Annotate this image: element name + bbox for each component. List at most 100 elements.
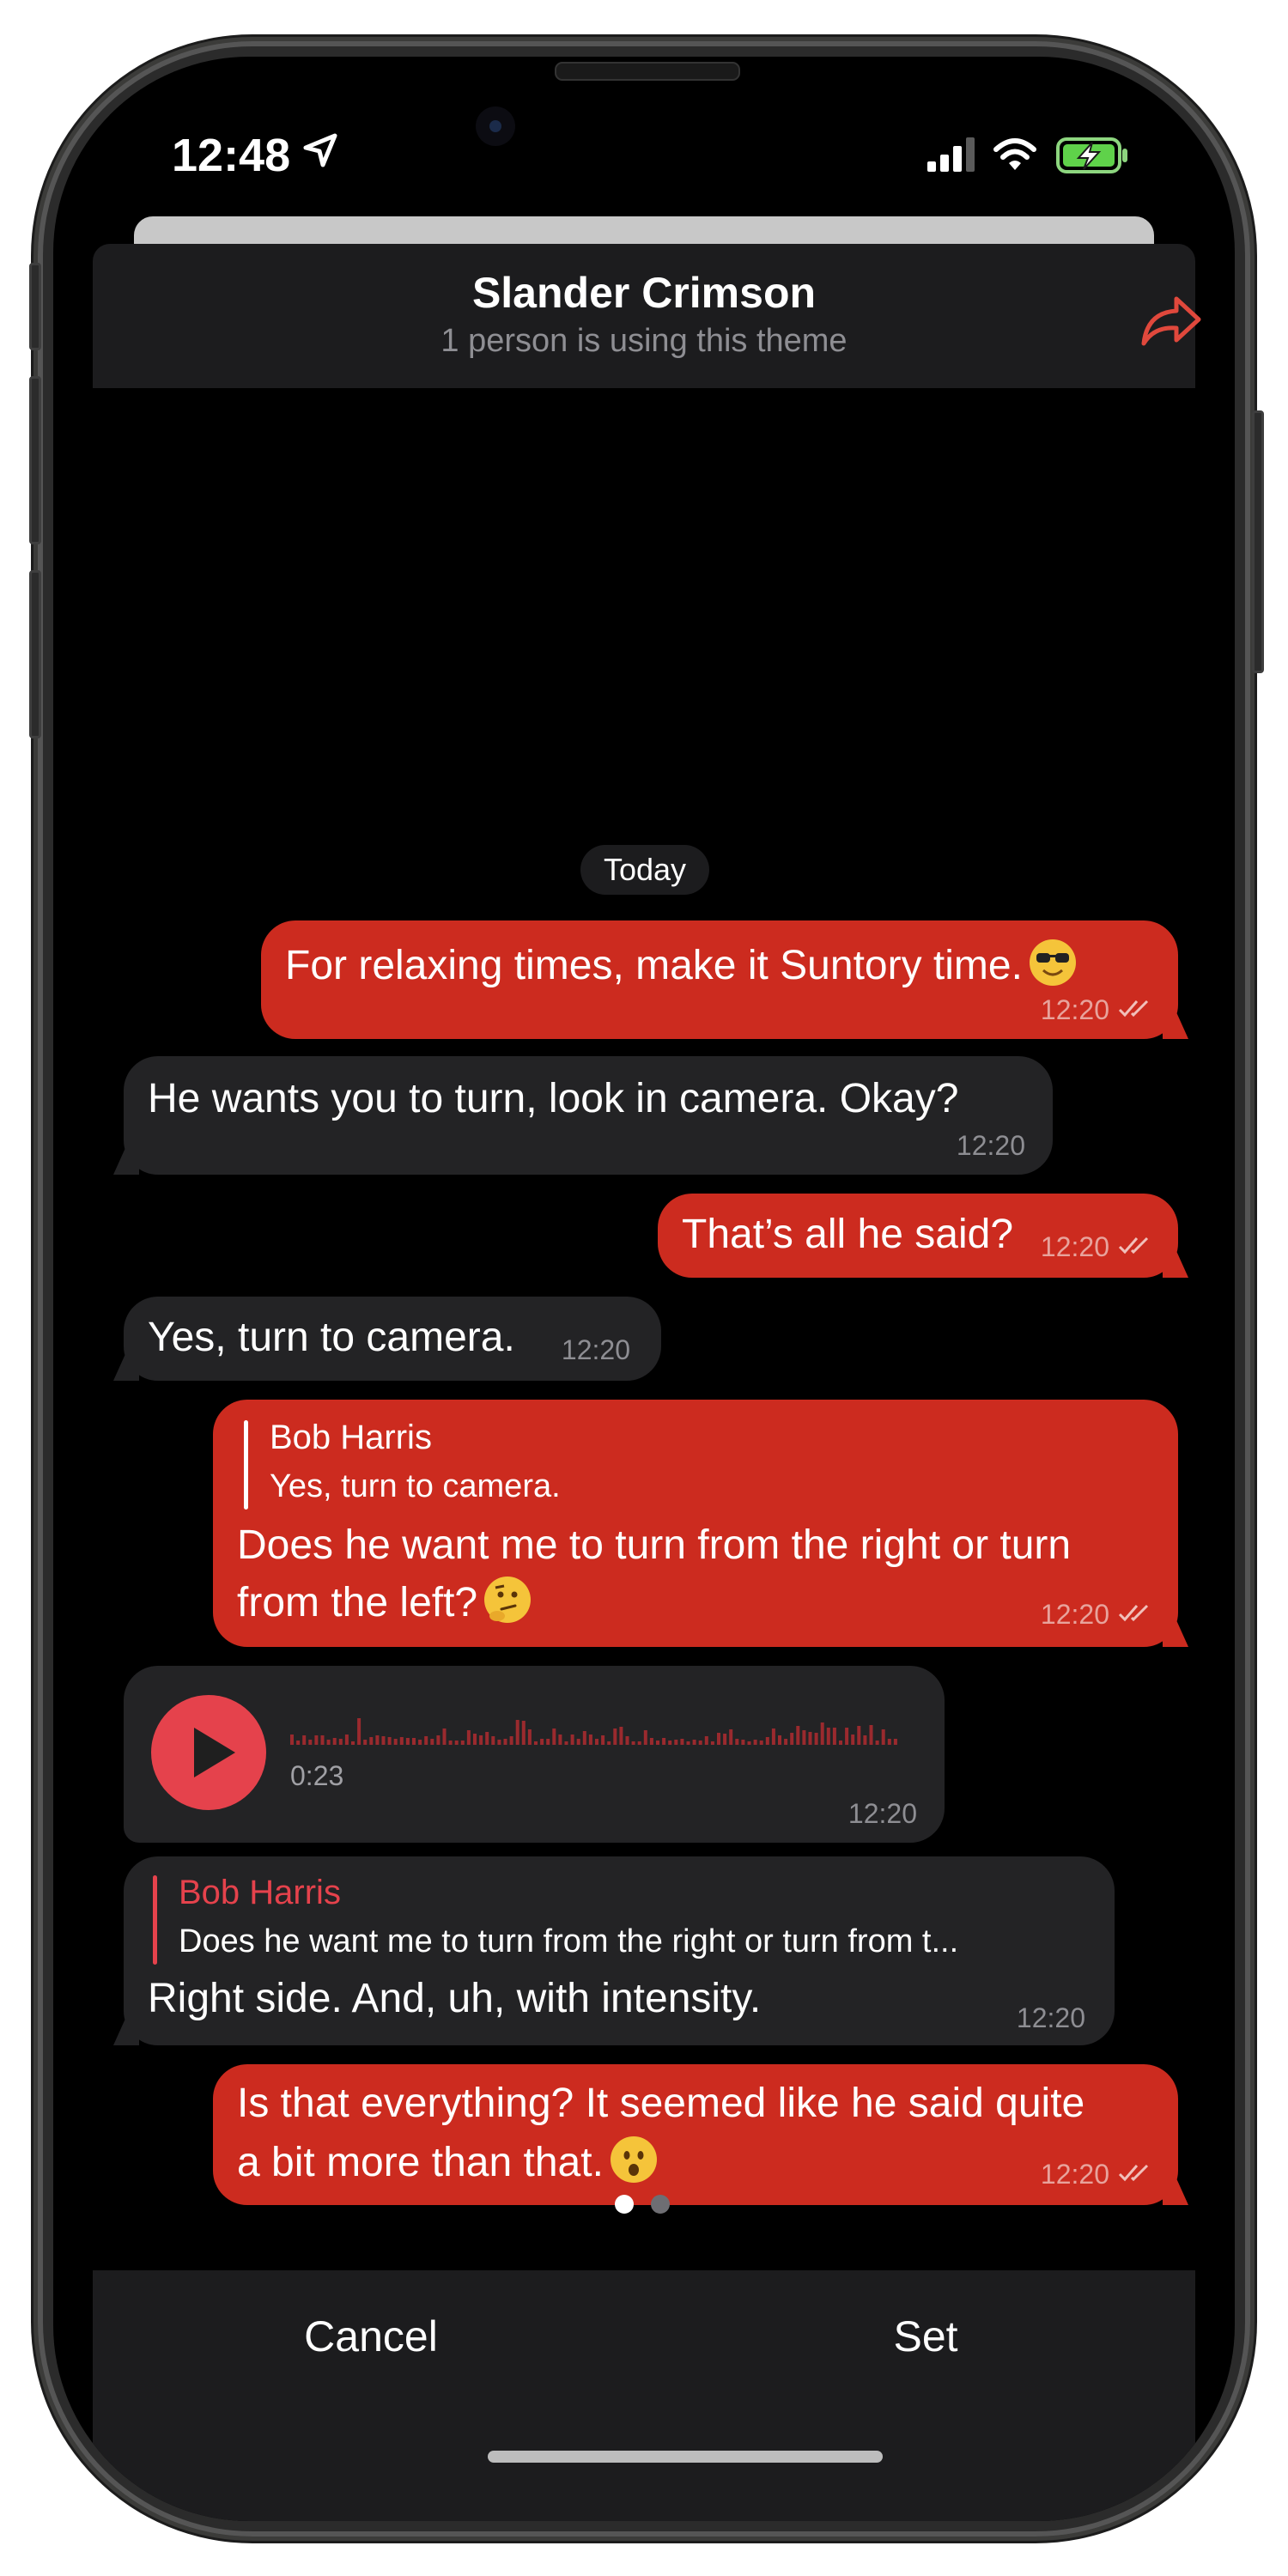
waveform-bar: [412, 1738, 416, 1745]
waveform-bar: [759, 1741, 763, 1745]
earpiece-speaker: [555, 62, 740, 81]
power-button: [1252, 410, 1264, 673]
waveform-bar: [814, 1733, 818, 1745]
status-time: 12:48: [172, 130, 291, 181]
waveform-bar: [320, 1735, 325, 1745]
waveform-bar: [668, 1741, 672, 1745]
waveform-bar: [332, 1738, 337, 1745]
waveform-bar: [302, 1735, 307, 1745]
reply-snippet: Yes, turn to camera.: [270, 1468, 561, 1504]
waveform-bar: [741, 1740, 745, 1745]
page-dot-active[interactable]: [615, 2195, 634, 2214]
message-text: Right side. And, uh, with intensity.: [148, 1976, 762, 2021]
waveform-bar: [442, 1728, 447, 1745]
voice-duration: 0:23: [290, 1760, 344, 1791]
waveform-bar: [887, 1739, 891, 1745]
volume-up-button: [29, 376, 41, 544]
message-bubble-incoming[interactable]: He wants you to turn, look in camera. Ok…: [124, 1056, 1053, 1175]
waveform-bar: [357, 1718, 361, 1745]
chat-preview: Today For relaxing times, make it Suntor…: [53, 388, 1235, 2205]
waveform-bar: [784, 1739, 788, 1745]
message-bubble-outgoing[interactable]: Is that everything? It seemed like he sa…: [213, 2064, 1178, 2205]
waveform-bar: [869, 1725, 873, 1745]
message-bubble-incoming[interactable]: Yes, turn to camera. 12:20: [124, 1297, 661, 1381]
waveform-bar: [460, 1741, 465, 1745]
waveform-bar: [369, 1737, 374, 1745]
theme-page-indicator[interactable]: [615, 2195, 683, 2215]
waveform-bar: [326, 1740, 331, 1745]
share-icon[interactable]: [1140, 294, 1202, 349]
waveform-bar: [893, 1739, 897, 1745]
waveform-bar: [393, 1739, 398, 1745]
waveform-bar: [717, 1733, 720, 1745]
location-arrow-icon: [303, 133, 337, 167]
waveform-bar: [631, 1741, 635, 1745]
waveform-bar: [314, 1735, 319, 1745]
waveform-bar: [826, 1728, 830, 1745]
waveform-bar: [619, 1727, 623, 1745]
waveform-bar: [424, 1736, 428, 1745]
waveform-bar: [381, 1736, 386, 1745]
theme-header: Slander Crimson 1 person is using this t…: [93, 244, 1201, 388]
waveform-bar: [515, 1720, 519, 1745]
waveform-bar: [399, 1737, 404, 1745]
voice-message-bubble[interactable]: 0:23 12:20: [124, 1666, 945, 1843]
front-camera: [476, 106, 515, 146]
message-bubble-outgoing-reply[interactable]: Bob Harris Yes, turn to camera. Does he …: [213, 1400, 1178, 1647]
theme-usage-subtitle: 1 person is using this theme: [440, 323, 848, 359]
message-time: 12:20: [561, 1334, 630, 1365]
waveform-bar: [753, 1740, 757, 1745]
waveform-bar: [479, 1735, 483, 1745]
waveform-bar: [778, 1735, 781, 1745]
waveform-bar: [497, 1740, 501, 1745]
waveform-bar: [802, 1730, 806, 1745]
date-separator: Today: [580, 845, 709, 895]
message-text: Yes, turn to camera.: [148, 1315, 515, 1360]
sunglasses-emoji-icon: [1029, 939, 1076, 986]
reply-quote-bar: [244, 1420, 248, 1510]
waveform-bar: [375, 1735, 380, 1745]
waveform-bar: [747, 1741, 751, 1745]
phone-screen: 12:48 Slander Crimson 1 person is using …: [53, 57, 1235, 2521]
waveform-bar: [771, 1728, 775, 1745]
waveform-bar: [851, 1735, 855, 1745]
set-button[interactable]: Set: [754, 2312, 1097, 2361]
waveform-bar: [576, 1739, 580, 1745]
waveform-bar: [735, 1739, 739, 1745]
waveform-bar: [698, 1741, 702, 1745]
waveform-bar: [534, 1741, 538, 1745]
waveform-bar: [503, 1739, 507, 1745]
waveform-bar: [491, 1736, 495, 1745]
waveform-bar: [643, 1730, 647, 1745]
waveform-bar: [674, 1740, 678, 1745]
waveform-bar: [405, 1738, 410, 1745]
waveform-bar: [521, 1721, 526, 1745]
message-bubble-outgoing[interactable]: For relaxing times, make it Suntory time…: [261, 920, 1178, 1039]
message-time: 12:20: [848, 1798, 917, 1829]
reply-quote-bar: [153, 1875, 157, 1965]
waveform-bar: [582, 1731, 586, 1745]
play-icon[interactable]: [151, 1695, 266, 1810]
signal-icon: [927, 137, 975, 172]
waveform-bar: [808, 1732, 812, 1745]
waveform-bar: [546, 1739, 550, 1745]
battery-charging-icon: [1056, 137, 1127, 173]
home-indicator[interactable]: [488, 2451, 883, 2463]
waveform-bar: [448, 1741, 453, 1745]
message-time: 12:20: [1040, 994, 1109, 1025]
waveform-bar: [564, 1741, 568, 1745]
cancel-button[interactable]: Cancel: [199, 2312, 543, 2361]
message-bubble-incoming-reply[interactable]: Bob Harris Does he want me to turn from …: [124, 1856, 1115, 2045]
voice-waveform[interactable]: [290, 1714, 908, 1748]
page-dot[interactable]: [651, 2195, 670, 2214]
message-time: 12:20: [1040, 1599, 1109, 1630]
message-bubble-outgoing[interactable]: That’s all he said? 12:20: [658, 1194, 1178, 1278]
waveform-bar: [857, 1726, 861, 1745]
waveform-bar: [540, 1739, 544, 1745]
waveform-bar: [418, 1740, 422, 1745]
waveform-bar: [729, 1729, 733, 1745]
message-text-line-1: Does he want me to turn from the right o…: [237, 1522, 1072, 1568]
status-icons: [927, 137, 1127, 173]
waveform-bar: [527, 1729, 532, 1745]
waveform-bar: [570, 1735, 574, 1745]
